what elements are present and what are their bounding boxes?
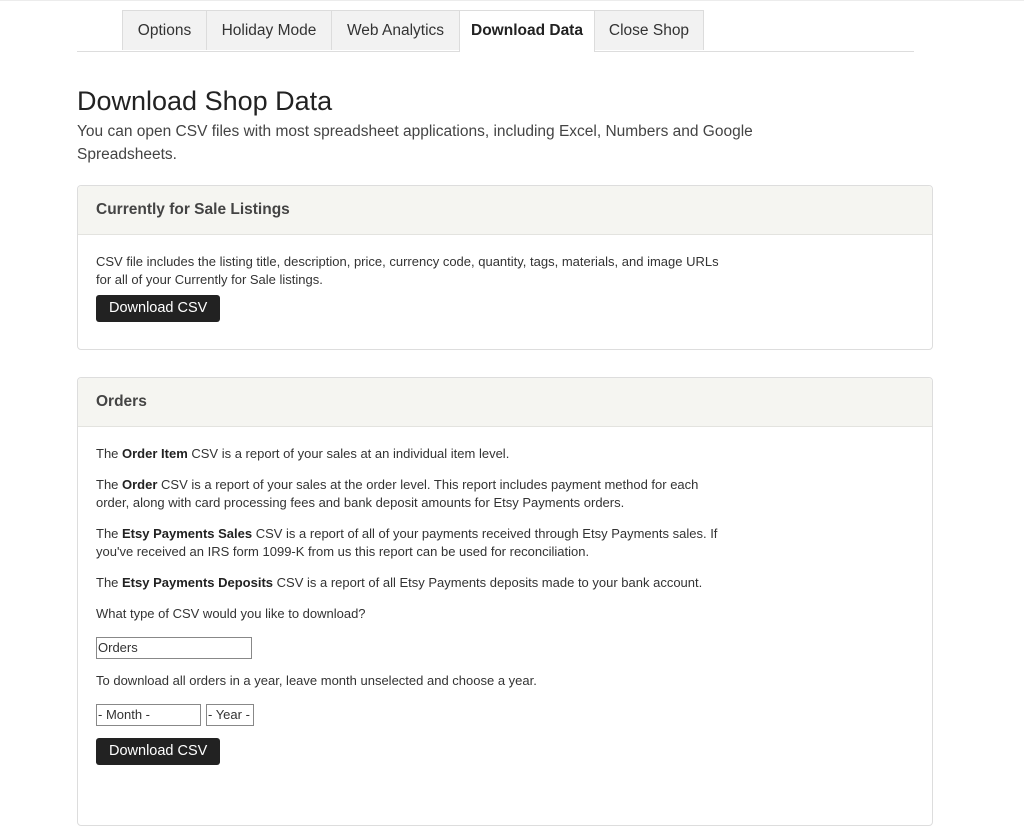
- page-title: Download Shop Data: [77, 86, 333, 116]
- top-divider: [0, 0, 1024, 1]
- tab-options[interactable]: Options: [122, 10, 207, 50]
- orders-panel: Orders The Order Item CSV is a report of…: [77, 377, 933, 826]
- download-orders-csv-button[interactable]: Download CSV: [96, 738, 221, 765]
- tab-download-data[interactable]: Download Data: [459, 10, 595, 52]
- csv-type-question: What type of CSV would you like to downl…: [96, 606, 366, 621]
- year-select[interactable]: - Year -: [206, 704, 254, 726]
- tab-holiday-mode[interactable]: Holiday Mode: [206, 10, 332, 50]
- tab-close-shop[interactable]: Close Shop: [594, 10, 704, 50]
- payments-deposits-description: The Etsy Payments Deposits CSV is a repo…: [96, 575, 703, 590]
- download-listings-csv-button[interactable]: Download CSV: [96, 295, 221, 322]
- month-select[interactable]: - Month -: [96, 704, 201, 726]
- listings-panel-title: Currently for Sale Listings: [78, 186, 932, 235]
- order-item-description: The Order Item CSV is a report of your s…: [96, 446, 510, 461]
- tab-web-analytics[interactable]: Web Analytics: [331, 10, 460, 50]
- settings-tabs: Options Holiday Mode Web Analytics Downl…: [77, 10, 914, 52]
- listings-panel-body: CSV file includes the listing title, des…: [78, 235, 932, 322]
- page-subtitle: You can open CSV files with most spreads…: [77, 123, 753, 163]
- csv-type-select[interactable]: Orders: [96, 637, 252, 659]
- payments-sales-description: The Etsy Payments Sales CSV is a report …: [96, 526, 718, 559]
- orders-panel-body: The Order Item CSV is a report of your s…: [78, 427, 932, 765]
- listings-description: CSV file includes the listing title, des…: [96, 254, 719, 287]
- year-hint: To download all orders in a year, leave …: [96, 673, 537, 688]
- listings-panel: Currently for Sale Listings CSV file inc…: [77, 185, 933, 350]
- orders-panel-title: Orders: [78, 378, 932, 427]
- order-description: The Order CSV is a report of your sales …: [96, 477, 699, 510]
